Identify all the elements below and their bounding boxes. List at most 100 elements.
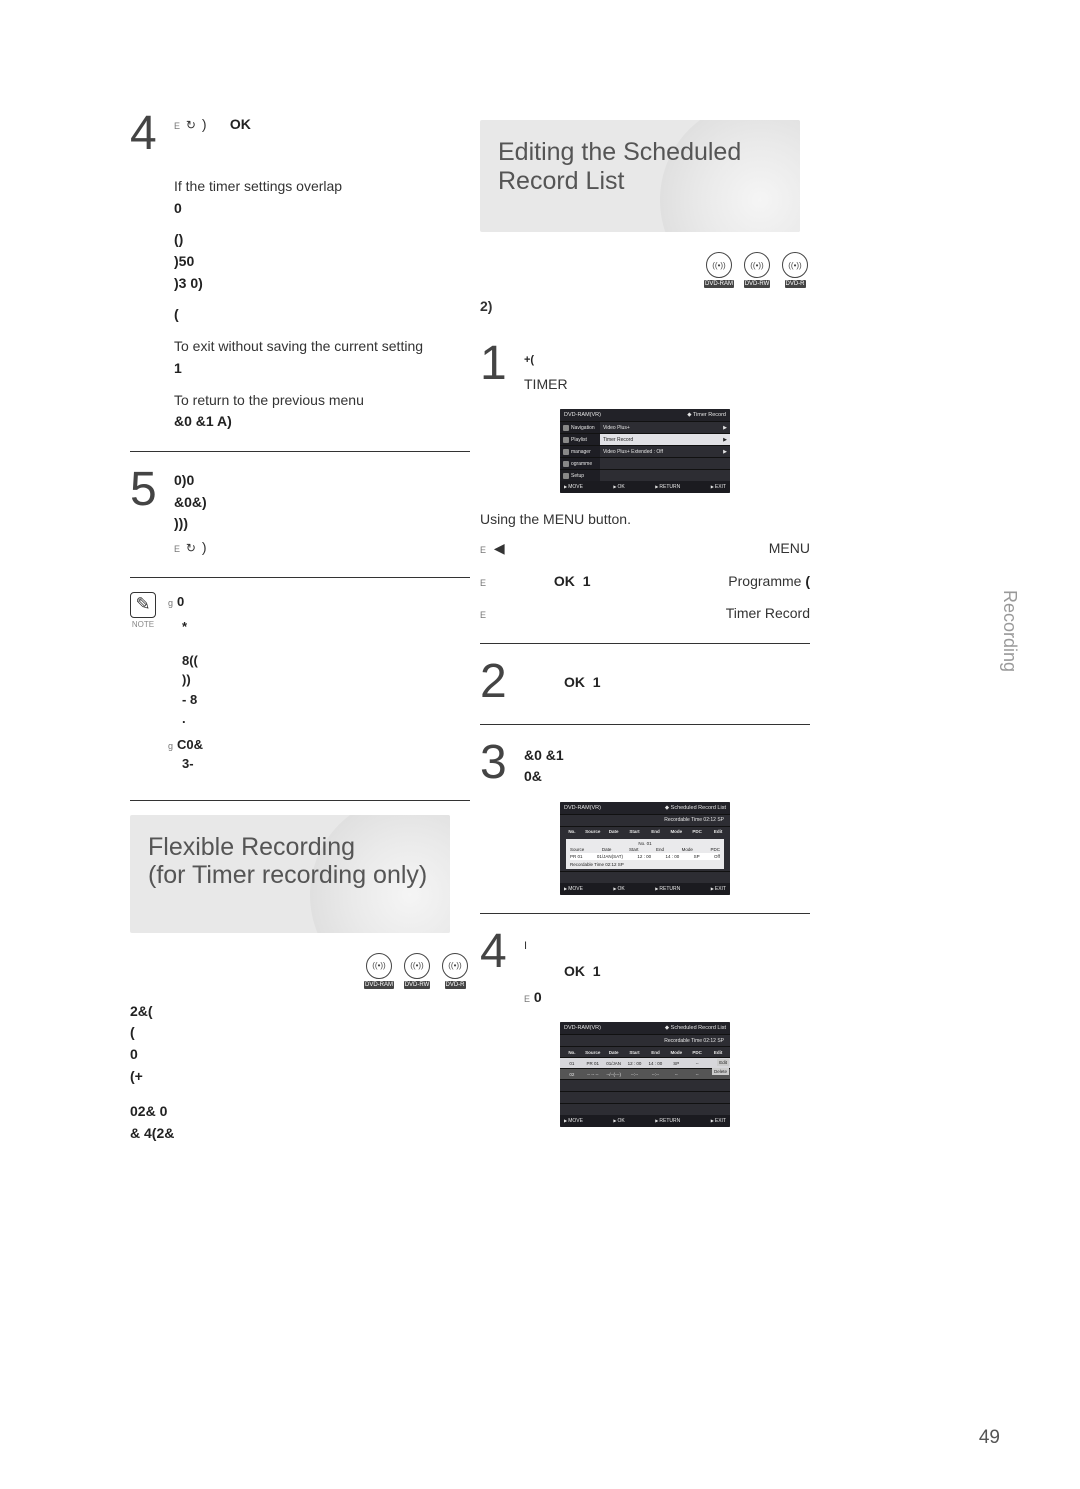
overlap-intro2: 0 — [174, 198, 470, 220]
line-group3: )3 0) — [174, 273, 470, 295]
prestep: 2) — [480, 298, 810, 314]
s5-line2: &0&) — [174, 492, 207, 514]
osd-sidebar-item: ogramme — [571, 461, 592, 467]
timer-record-label: Timer Record — [726, 602, 810, 624]
s4-icon: I — [524, 938, 601, 955]
step-4-right: 4 I OK 1 E 0 — [480, 928, 810, 1008]
side-tab: Recording — [999, 590, 1020, 672]
proc-row: E ◀ MENU — [480, 537, 810, 559]
popup-rec-time: Recordable Time 02:12 SP — [570, 860, 720, 867]
line-group: () — [174, 229, 470, 251]
exit-line2: 1 — [174, 358, 470, 380]
menu-label: MENU — [769, 537, 810, 559]
step-3: 3 &0 &1 0& — [480, 739, 810, 788]
disc-badge-dvd-ram: ((•))DVD-RAM — [364, 953, 394, 989]
intro-l3b: (+ — [130, 1066, 470, 1088]
divider — [480, 724, 810, 725]
s5-line1: 0)0 — [174, 470, 207, 492]
left-column: 4 E ) OK If the timer settings overlap 0… — [130, 110, 470, 1145]
step-number: 5 — [130, 466, 164, 559]
osd-title-right: ◆ Timer Record — [687, 412, 726, 418]
step-1: 1 +( TIMER — [480, 340, 810, 395]
proc-row: E Timer Record — [480, 602, 810, 624]
using-menu-heading: Using the MENU button. — [480, 511, 810, 527]
context-menu-edit: Edit — [717, 1059, 729, 1066]
note-icon: ✎ — [130, 592, 156, 618]
proc-row: E OK 1 Programme ( — [480, 570, 810, 592]
osd-title-left: DVD-RAM(VR) — [564, 805, 601, 811]
table-header: No.SourceDateStartEndModePDCEdit — [560, 1046, 730, 1057]
note-prefix: g — [168, 598, 173, 608]
clock-icon — [184, 116, 198, 132]
osd-sidebar-item: Playlist — [571, 437, 587, 443]
osd-sidebar-item: Setup — [571, 473, 584, 479]
osd-sidebar-item: Navigation — [571, 425, 595, 431]
close-paren: ) — [202, 539, 207, 555]
divider — [480, 643, 810, 644]
close-paren: ) — [202, 116, 207, 132]
note-l2a: 8(( — [182, 651, 203, 671]
intro-b1: 02& 0 — [130, 1101, 470, 1123]
osd-scheduled-list-popup: DVD-RAM(VR) ◆ Scheduled Record List Reco… — [560, 802, 730, 895]
s4-line2: 0 — [534, 989, 542, 1005]
intro-l2: ( — [130, 1022, 470, 1044]
step-number: 4 — [130, 110, 164, 158]
note-prefix: g — [168, 741, 173, 751]
bullet-e: E — [174, 121, 180, 131]
programme-label: Programme ( — [728, 570, 810, 592]
step-4: 4 E ) OK — [130, 110, 470, 158]
divider — [130, 451, 470, 452]
step-number: 1 — [480, 340, 514, 395]
osd-sidebar: Navigation Playlist manager ogramme Setu… — [560, 421, 600, 481]
page-number: 49 — [979, 1427, 1000, 1449]
osd-foot-exit: EXIT — [711, 886, 726, 892]
timer-label: TIMER — [524, 376, 568, 392]
disc-badges: ((•))DVD-RAM ((•))DVD-RW ((•))DVD-R — [480, 252, 810, 288]
disc-badge-dvd-r: ((•))DVD-R — [780, 252, 810, 288]
osd-foot-return: RETURN — [655, 484, 680, 490]
intro-l3: 0 — [130, 1044, 470, 1066]
osd-foot-move: MOVE — [564, 886, 583, 892]
osd-sidebar-item: manager — [571, 449, 591, 455]
note-label: NOTE — [130, 620, 156, 629]
clock-icon — [184, 539, 198, 555]
disc-badge-dvd-ram: ((•))DVD-RAM — [704, 252, 734, 288]
overlap-intro: If the timer settings overlap — [174, 176, 470, 198]
osd-foot-move: MOVE — [564, 1118, 583, 1124]
table-row: 01PR 0101/JAN12 : 0014 : 00SP-- Edit Del… — [560, 1057, 730, 1068]
intro-l1: 2&( — [130, 1001, 470, 1023]
s3-line2: 0& — [524, 766, 564, 788]
left-arrow-icon: ◀ — [494, 540, 505, 556]
s3-line1: &0 &1 — [524, 745, 564, 767]
osd-title-right: ◆ Scheduled Record List — [665, 805, 726, 811]
osd-foot-move: MOVE — [564, 484, 583, 490]
s1-pre-icon: +( — [524, 354, 534, 366]
osd-scheduled-list-edit: DVD-RAM(VR) ◆ Scheduled Record List Reco… — [560, 1022, 730, 1127]
disc-badge-dvd-rw: ((•))DVD-RW — [402, 953, 432, 989]
table-header: No.SourceDateStartEndModePDCEdit — [560, 826, 730, 837]
note-star: * — [182, 617, 203, 637]
right-column: Editing the Scheduled Record List ((•))D… — [480, 120, 810, 1145]
osd-main: Video Plus+▶ Timer Record▶ Video Plus+ E… — [600, 421, 730, 481]
note-l3b: 3- — [182, 754, 203, 774]
step-number: 2 — [480, 658, 514, 706]
note-dot: . — [182, 709, 203, 729]
step-number: 4 — [480, 928, 514, 1008]
s5-line3: ))) — [174, 513, 207, 535]
section-hero-flexible: Flexible Recording (for Timer recording … — [130, 815, 450, 933]
osd-foot-ok: OK — [613, 886, 624, 892]
rec-time: Recordable Time 02:12 SP — [560, 1034, 730, 1046]
paren-line: ( — [174, 304, 470, 326]
rec-time: Recordable Time 02:12 SP — [560, 814, 730, 826]
page: Recording 49 4 E ) OK If the timer setti… — [0, 0, 1080, 1489]
osd-title-right: ◆ Scheduled Record List — [665, 1025, 726, 1031]
return-line2: &0 &1 A) — [174, 411, 470, 433]
osd-title-left: DVD-RAM(VR) — [564, 1025, 601, 1031]
section-hero-editing: Editing the Scheduled Record List — [480, 120, 800, 232]
divider — [130, 577, 470, 578]
return-line: To return to the previous menu — [174, 390, 470, 412]
step-5: 5 0)0 &0&) ))) E ) — [130, 466, 470, 559]
osd-foot-return: RETURN — [655, 886, 680, 892]
divider — [130, 800, 470, 801]
osd-title-left: DVD-RAM(VR) — [564, 412, 601, 418]
